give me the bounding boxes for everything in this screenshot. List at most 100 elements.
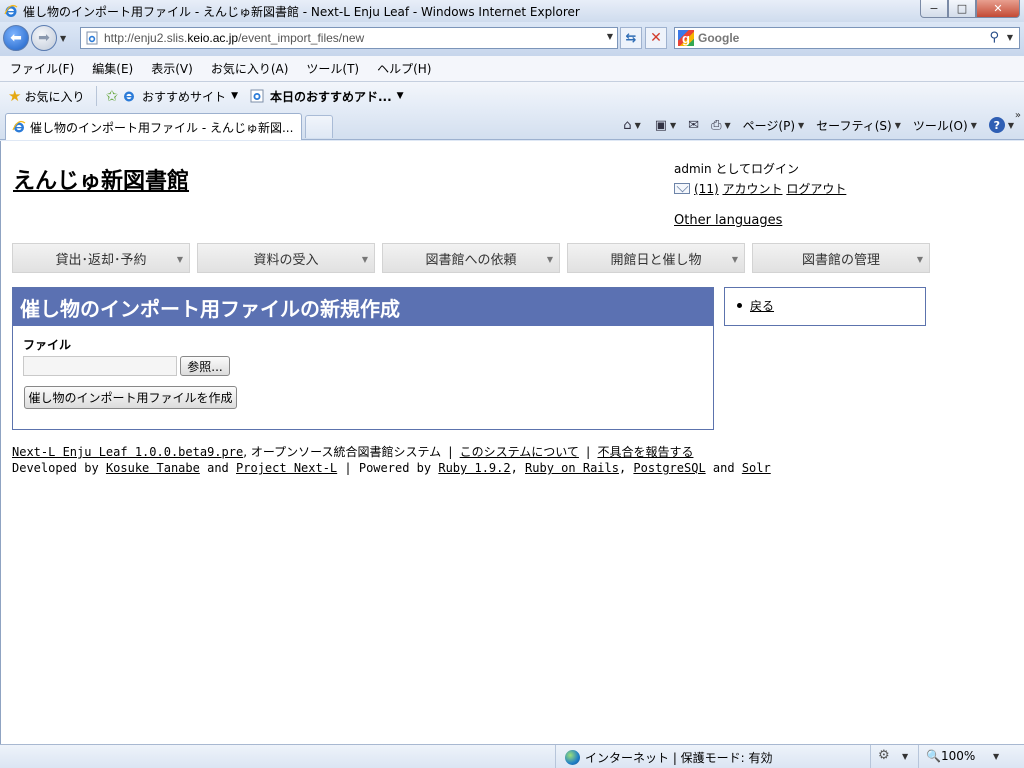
account-link[interactable]: アカウント [722, 182, 782, 196]
product-link[interactable]: Next-L Enju Leaf 1.0.0.beta9.pre [12, 445, 243, 459]
home-icon[interactable]: ⌂ [623, 118, 631, 133]
popup-blocker-icon[interactable]: ⚙ [878, 748, 890, 763]
search-input[interactable]: Google [698, 31, 739, 45]
chevron-down-icon: ▼ [176, 255, 183, 264]
more-commands-chevron-icon[interactable]: » [1015, 110, 1021, 121]
tab-ie-icon [12, 120, 26, 133]
create-file-button[interactable]: 催し物のインポート用ファイルを作成 [24, 386, 237, 409]
nav-calendar-events[interactable]: 開館日と催し物 ▼ [567, 243, 745, 273]
nav-acquisition[interactable]: 資料の受入 ▼ [197, 243, 375, 273]
mail-icon[interactable]: ✉ [688, 118, 699, 133]
help-dropdown-icon[interactable]: ▼ [1008, 121, 1014, 130]
close-window-button[interactable]: ✕ [976, 0, 1020, 18]
print-icon[interactable]: ⎙ [711, 118, 721, 133]
menu-help[interactable]: ヘルプ(H) [367, 60, 439, 77]
chevron-down-icon: ▼ [916, 255, 923, 264]
back-link[interactable]: 戻る [750, 299, 774, 313]
safety-menu-dropdown-icon[interactable]: ▼ [895, 121, 901, 130]
status-divider [918, 745, 919, 768]
tab-active[interactable]: 催し物のインポート用ファイル - えんじゅ新図... [5, 113, 302, 140]
and-text: and [207, 461, 229, 475]
security-zone[interactable]: インターネット | 保護モード: 有効 [565, 749, 773, 766]
safety-menu[interactable]: セーフティ(S) [816, 117, 892, 134]
tools-menu-dropdown-icon[interactable]: ▼ [971, 121, 977, 130]
messages-count-link[interactable]: (11) [694, 182, 719, 196]
page-icon [86, 31, 98, 45]
footer-line-2: Developed by Kosuke Tanabe and Project N… [12, 461, 771, 475]
menu-favorites[interactable]: お気に入り(A) [201, 60, 297, 77]
ie-logo-icon [4, 4, 18, 17]
new-tab-button[interactable] [305, 115, 333, 138]
window-title-bar: 催し物のインポート用ファイル - えんじゅ新図書館 - Next-L Enju … [0, 0, 1024, 22]
search-options-dropdown[interactable]: ▼ [1007, 33, 1013, 42]
menu-edit[interactable]: 編集(E) [82, 60, 141, 77]
suggested-sites-button[interactable]: おすすめサイト [142, 88, 226, 105]
compatibility-refresh-button[interactable]: ⇆ [620, 27, 642, 49]
back-button[interactable]: ⬅ [3, 25, 29, 51]
search-icon[interactable]: ⚲ [989, 30, 999, 45]
solr-link[interactable]: Solr [742, 461, 771, 475]
nav-administration[interactable]: 図書館の管理 ▼ [752, 243, 930, 273]
menu-tools[interactable]: ツール(T) [296, 60, 367, 77]
menu-file[interactable]: ファイル(F) [0, 60, 82, 77]
suggested-sites-dropdown-icon[interactable]: ▼ [231, 91, 238, 101]
postgresql-link[interactable]: PostgreSQL [633, 461, 705, 475]
site-title-link[interactable]: えんじゅ新図書館 [13, 163, 189, 195]
nav-circulation[interactable]: 貸出･返却･予約 ▼ [12, 243, 190, 273]
favorites-star-icon: ★ [8, 87, 22, 105]
rails-link[interactable]: Ruby on Rails [525, 461, 619, 475]
developed-by-text: Developed by [12, 461, 99, 475]
address-toolbar: ⬅ ➡ ▼ http://enju2.slis.keio.ac.jp/event… [0, 22, 1024, 56]
tools-menu[interactable]: ツール(O) [913, 117, 968, 134]
minimize-button[interactable]: − [920, 0, 948, 18]
search-box[interactable]: g Google ⚲ ▼ [674, 27, 1020, 49]
logout-link[interactable]: ログアウト [786, 182, 846, 196]
nav-calendar-events-label: 開館日と催し物 [610, 252, 702, 268]
page-heading: 催し物のインポート用ファイルの新規作成 [13, 288, 713, 326]
stop-button[interactable]: ✕ [645, 27, 667, 49]
file-input[interactable] [23, 356, 177, 376]
other-languages-link[interactable]: Other languages [674, 213, 782, 228]
address-dropdown-icon[interactable]: ▼ [607, 32, 613, 41]
page-menu-dropdown-icon[interactable]: ▼ [798, 121, 804, 130]
forward-button[interactable]: ➡ [31, 25, 57, 51]
footer-separator: | [586, 445, 591, 459]
chevron-down-icon: ▼ [731, 255, 738, 264]
add-favorite-icon[interactable]: ✩ [105, 87, 118, 105]
page-menu[interactable]: ページ(P) [743, 117, 795, 134]
maximize-button[interactable]: □ [948, 0, 976, 18]
address-url[interactable]: http://enju2.slis.keio.ac.jp/event_impor… [104, 31, 364, 45]
file-field-label: ファイル [23, 338, 72, 352]
web-slice-button[interactable]: 本日のおすすめアド... [270, 88, 392, 105]
recent-pages-dropdown[interactable]: ▼ [60, 34, 66, 43]
zone-text: インターネット | 保護モード: 有効 [585, 751, 773, 765]
menu-view[interactable]: 表示(V) [141, 60, 201, 77]
print-dropdown-icon[interactable]: ▼ [724, 121, 730, 130]
help-icon[interactable]: ? [988, 117, 1005, 133]
chevron-down-icon: ▼ [361, 255, 368, 264]
web-slice-dropdown-icon[interactable]: ▼ [397, 91, 404, 101]
main-nav: 貸出･返却･予約 ▼ 資料の受入 ▼ 図書館への依頼 ▼ 開館日と催し物 ▼ 図書館の管… [12, 243, 937, 273]
address-bar[interactable]: http://enju2.slis.keio.ac.jp/event_impor… [80, 27, 618, 49]
menu-bar: ファイル(F) 編集(E) 表示(V) お気に入り(A) ツール(T) ヘルプ(… [0, 56, 1024, 82]
favorites-separator [96, 86, 98, 106]
popup-blocker-dropdown-icon[interactable]: ▼ [902, 752, 908, 761]
bullet [737, 303, 742, 308]
zoom-dropdown-icon[interactable]: ▼ [993, 752, 999, 761]
nav-requests[interactable]: 図書館への依頼 ▼ [382, 243, 560, 273]
favorites-button[interactable]: お気に入り [24, 88, 84, 105]
feeds-icon[interactable]: ▣ [655, 118, 667, 133]
ruby-link[interactable]: Ruby 1.9.2 [438, 461, 510, 475]
feeds-dropdown-icon[interactable]: ▼ [670, 121, 676, 130]
about-system-link[interactable]: このシステムについて [460, 445, 579, 459]
nav-circulation-label: 貸出･返却･予約 [55, 252, 147, 268]
zoom-level[interactable]: 🔍100% [926, 749, 975, 763]
browse-button[interactable]: 参照... [180, 356, 230, 376]
project-next-l-link[interactable]: Project Next-L [236, 461, 337, 475]
report-bug-link[interactable]: 不具合を報告する [597, 445, 693, 459]
forward-arrow-icon: ➡ [38, 30, 50, 46]
product-description: , オープンソース統合図書館システム [243, 445, 442, 459]
command-bar: ⌂ ▼ ▣ ▼ ✉ ⎙ ▼ ページ(P) ▼ セーフティ(S) ▼ ツール(O)… [618, 114, 1014, 136]
home-dropdown-icon[interactable]: ▼ [635, 121, 641, 130]
developer-link[interactable]: Kosuke Tanabe [106, 461, 200, 475]
